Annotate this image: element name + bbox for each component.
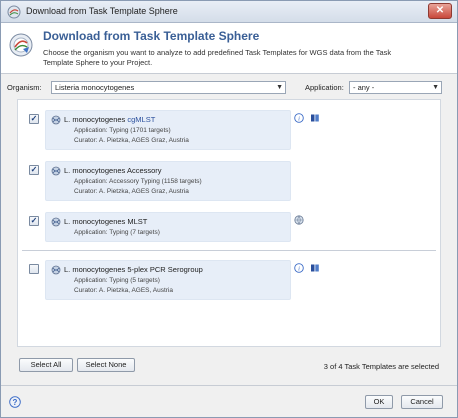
template-title: L. monocytogenes 5-plex PCR Serogroup <box>64 265 203 274</box>
template-card[interactable]: L. monocytogenes cgMLST Application: Typ… <box>45 110 291 150</box>
application-label: Application: <box>305 83 344 92</box>
dna-icon <box>51 217 61 227</box>
info-icon[interactable]: i <box>294 113 304 123</box>
template-title-prefix: L. monocytogenes <box>64 115 128 124</box>
application-value: - any - <box>353 83 375 92</box>
template-list[interactable]: ✓ L. monocytogenes cgMLST Application: T… <box>17 99 441 347</box>
chevron-down-icon: ▼ <box>432 84 439 91</box>
svg-text:i: i <box>298 116 300 123</box>
template-card[interactable]: L. monocytogenes MLST Application: Typin… <box>45 212 291 242</box>
template-curator: Curator: A. Pietzka, AGES Graz, Austria <box>74 188 189 195</box>
dialog-window: Download from Task Template Sphere ✕ Dow… <box>0 0 458 418</box>
book-icon[interactable] <box>310 113 320 123</box>
select-none-button[interactable]: Select None <box>77 358 135 372</box>
list-item: ✓ L. monocytogenes cgMLST Application: T… <box>18 110 440 154</box>
template-title: L. monocytogenes MLST <box>64 217 147 226</box>
organism-label: Organism: <box>7 83 42 92</box>
dialog-header: Download from Task Template Sphere Choos… <box>1 23 457 74</box>
help-icon[interactable]: ? <box>9 396 21 408</box>
sphere-icon <box>9 33 33 57</box>
ok-button[interactable]: OK <box>365 395 393 409</box>
template-application: Application: Typing (5 targets) <box>74 277 160 284</box>
dna-icon <box>51 265 61 275</box>
template-title: L. monocytogenes Accessory <box>64 166 162 175</box>
template-application: Application: Accessory Typing (1158 targ… <box>74 178 202 185</box>
selection-status: 3 of 4 Task Templates are selected <box>323 362 439 371</box>
title-bar[interactable]: Download from Task Template Sphere ✕ <box>1 1 457 23</box>
dna-icon <box>51 166 61 176</box>
svg-text:i: i <box>298 266 300 273</box>
template-card[interactable]: L. monocytogenes Accessory Application: … <box>45 161 291 201</box>
template-title-prefix: L. monocytogenes MLST <box>64 217 148 226</box>
list-item: ✓ L. monocytogenes Accessory Application… <box>18 161 440 205</box>
template-curator: Curator: A. Pietzka, AGES Graz, Austria <box>74 137 189 144</box>
template-application: Application: Typing (1701 targets) <box>74 127 171 134</box>
book-icon[interactable] <box>310 263 320 273</box>
template-checkbox[interactable]: ✓ <box>29 165 39 175</box>
footer-divider <box>1 385 457 386</box>
template-title: L. monocytogenes cgMLST <box>64 115 155 124</box>
filter-bar: Organism: Listeria monocytogenes ▼ Appli… <box>1 75 457 99</box>
list-item: ✓ L. monocytogenes MLST Application: Typ… <box>18 212 440 246</box>
globe-icon[interactable] <box>294 215 304 225</box>
list-item: L. monocytogenes 5-plex PCR Serogroup Ap… <box>18 260 440 304</box>
template-curator: Curator: A. Pietzka, AGES, Austria <box>74 287 173 294</box>
organism-value: Listeria monocytogenes <box>55 83 135 92</box>
header-description: Choose the organism you want to analyze … <box>43 48 392 67</box>
template-title-prefix: L. monocytogenes Accessory <box>64 166 162 175</box>
template-checkbox[interactable]: ✓ <box>29 114 39 124</box>
close-icon: ✕ <box>435 5 445 16</box>
template-title-link[interactable]: cgMLST <box>127 115 155 124</box>
sphere-app-icon <box>7 5 21 19</box>
cancel-button[interactable]: Cancel <box>401 395 443 409</box>
application-select[interactable]: - any - ▼ <box>349 81 442 94</box>
template-title-prefix: L. monocytogenes 5-plex PCR Serogroup <box>64 265 203 274</box>
organism-select[interactable]: Listeria monocytogenes ▼ <box>51 81 286 94</box>
info-icon[interactable]: i <box>294 263 304 273</box>
template-checkbox[interactable]: ✓ <box>29 216 39 226</box>
template-checkbox[interactable] <box>29 264 39 274</box>
chevron-down-icon: ▼ <box>276 84 283 91</box>
page-title: Download from Task Template Sphere <box>43 29 260 43</box>
template-card[interactable]: L. monocytogenes 5-plex PCR Serogroup Ap… <box>45 260 291 300</box>
list-divider <box>22 250 436 251</box>
dna-icon <box>51 115 61 125</box>
template-application: Application: Typing (7 targets) <box>74 229 160 236</box>
close-button[interactable]: ✕ <box>428 3 452 19</box>
select-all-button[interactable]: Select All <box>19 358 73 372</box>
svg-text:?: ? <box>13 398 18 407</box>
window-title: Download from Task Template Sphere <box>26 6 178 16</box>
